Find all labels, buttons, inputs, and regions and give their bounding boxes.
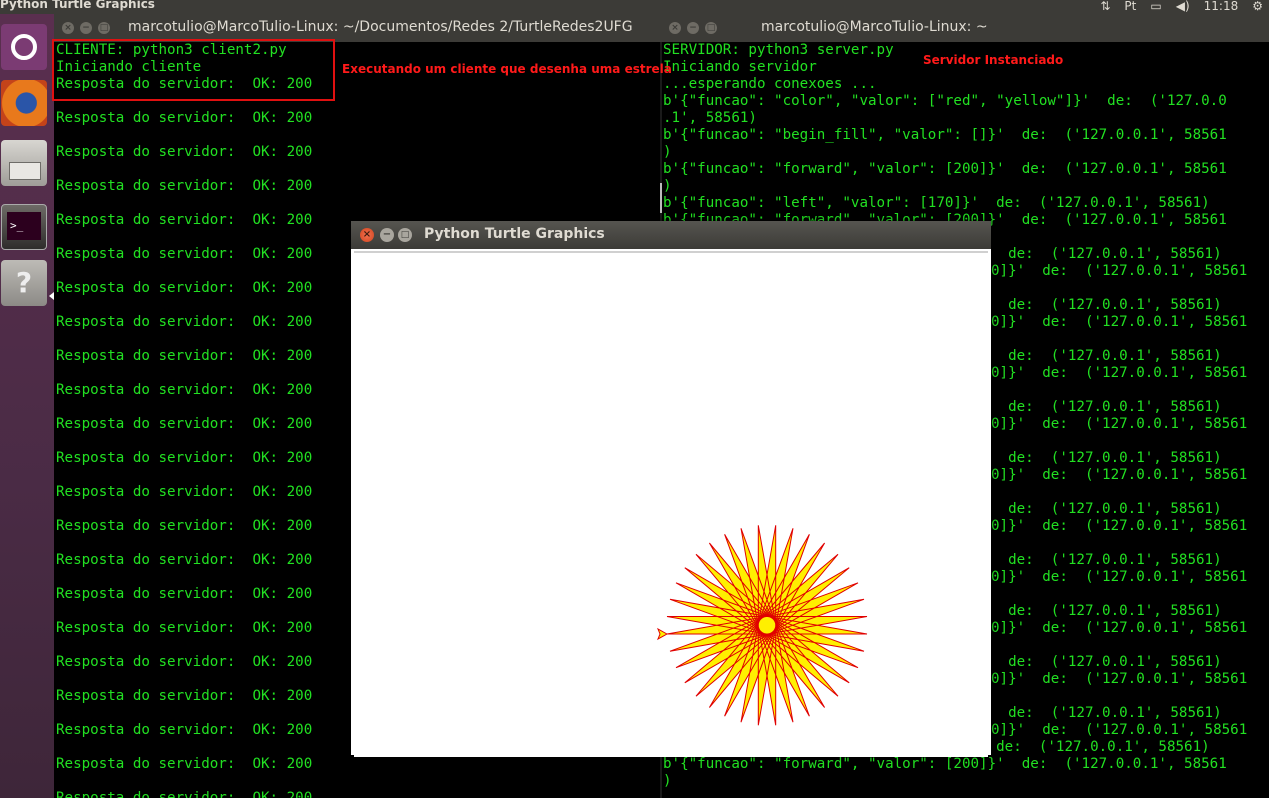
scrollbar[interactable]: [660, 183, 662, 213]
client-annotation: Executando um cliente que desenha uma es…: [342, 62, 672, 76]
server-annotation: Servidor Instanciado: [923, 53, 1064, 67]
minimize-icon[interactable]: −: [380, 228, 394, 242]
response-line: Resposta do servidor: OK: 200: [56, 178, 313, 194]
server-log-line: b'{"funcao": "left", "valor": [170]}' de…: [663, 195, 1210, 211]
minimize-icon[interactable]: −: [80, 22, 92, 34]
client-terminal-title: marcotulio@MarcoTulio-Linux: ~/Documento…: [128, 19, 633, 35]
minimize-icon[interactable]: −: [687, 22, 699, 34]
turtle-canvas[interactable]: [354, 251, 988, 757]
clock[interactable]: 11:18: [1204, 0, 1239, 13]
gear-icon[interactable]: ⚙: [1252, 0, 1263, 13]
server-log-line: b'{"funcao": "forward", "valor": [200]}'…: [663, 161, 1227, 177]
client-terminal-titlebar[interactable]: × − □ marcotulio@MarcoTulio-Linux: ~/Doc…: [54, 14, 662, 42]
terminal-icon[interactable]: >_: [1, 204, 47, 250]
maximize-icon[interactable]: □: [398, 228, 412, 242]
turtle-window-titlebar[interactable]: × − □ Python Turtle Graphics: [351, 221, 991, 249]
turtle-window-title: Python Turtle Graphics: [424, 226, 605, 242]
battery-icon[interactable]: ▭: [1150, 0, 1161, 13]
active-indicator: [49, 292, 54, 300]
maximize-icon[interactable]: □: [98, 22, 110, 34]
star-drawing: [657, 525, 868, 726]
volume-icon[interactable]: ◀): [1176, 0, 1190, 13]
top-panel: Python Turtle Graphics ⇅ Pt ▭ ◀) 11:18 ⚙: [0, 0, 1269, 14]
server-log-line: ...esperando conexoes ...: [663, 76, 877, 92]
server-log-line: ): [663, 773, 672, 789]
active-window-title: Python Turtle Graphics: [0, 0, 155, 11]
close-icon[interactable]: ×: [669, 22, 681, 34]
response-line: Resposta do servidor: OK: 200: [56, 110, 313, 126]
server-log-line: .1', 58561): [663, 110, 757, 126]
help-icon[interactable]: ?: [1, 260, 47, 306]
close-icon[interactable]: ×: [62, 22, 74, 34]
ubuntu-dash-icon[interactable]: [1, 24, 47, 70]
response-line: Resposta do servidor: OK: 200: [56, 790, 313, 798]
server-log-line: b'{"funcao": "begin_fill", "valor": []}'…: [663, 127, 1227, 143]
response-line: Resposta do servidor: OK: 200: [56, 144, 313, 160]
server-log-line: ): [663, 144, 672, 160]
server-terminal-titlebar[interactable]: × − □ marcotulio@MarcoTulio-Linux: ~: [662, 14, 1269, 42]
indicator-area: ⇅ Pt ▭ ◀) 11:18 ⚙: [1100, 0, 1269, 14]
client-highlight-box: [52, 39, 335, 101]
network-icon[interactable]: ⇅: [1100, 0, 1110, 13]
close-icon[interactable]: ×: [360, 228, 374, 242]
server-log-line: b'{"funcao": "color", "valor": ["red", "…: [663, 93, 1227, 109]
server-terminal-title: marcotulio@MarcoTulio-Linux: ~: [761, 19, 988, 35]
maximize-icon[interactable]: □: [705, 22, 717, 34]
launcher: >_ ?: [0, 14, 54, 798]
star-shape: [666, 525, 868, 726]
keyboard-layout-icon[interactable]: Pt: [1124, 0, 1136, 13]
server-log-line: ): [663, 178, 672, 194]
firefox-icon[interactable]: [1, 80, 47, 126]
turtle-window[interactable]: × − □ Python Turtle Graphics: [351, 221, 991, 757]
files-icon[interactable]: [1, 140, 47, 186]
turtle-cursor-icon: [657, 627, 669, 641]
